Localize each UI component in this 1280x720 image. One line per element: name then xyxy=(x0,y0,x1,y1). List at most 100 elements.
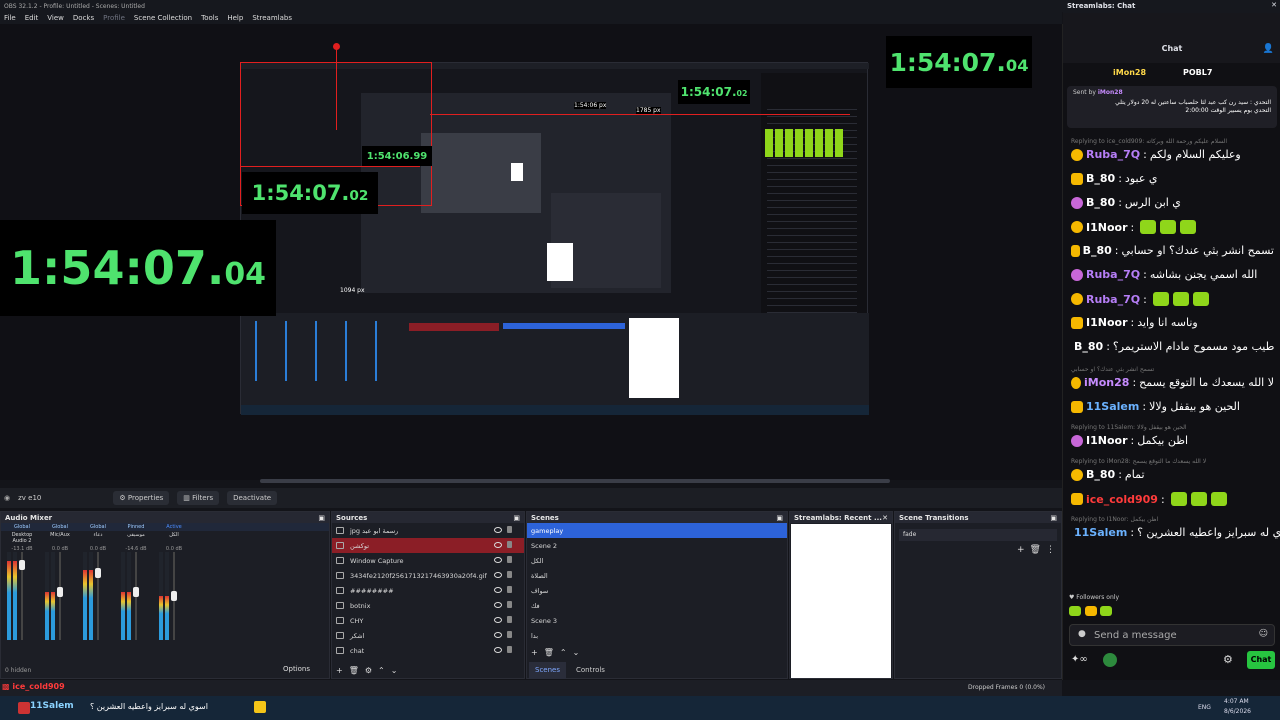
down-icon[interactable]: ⌄ xyxy=(391,666,404,675)
fader-knob[interactable] xyxy=(19,560,25,570)
lock-icon[interactable] xyxy=(507,646,512,653)
scene-item[interactable]: Scene 3 xyxy=(527,613,787,628)
lock-icon[interactable] xyxy=(507,601,512,608)
undock-icon[interactable]: ▣ xyxy=(513,514,520,522)
menu-scene-collection[interactable]: Scene Collection xyxy=(134,14,192,22)
chat-message[interactable]: B_80: تمام xyxy=(1071,468,1274,481)
close-icon[interactable]: ✕ xyxy=(1271,1,1277,9)
chat-username[interactable]: I1Noor xyxy=(1086,434,1128,447)
add-icon[interactable]: + xyxy=(531,648,544,657)
add-icon[interactable]: + xyxy=(1017,545,1030,555)
chat-username[interactable]: 11Salem xyxy=(1086,400,1139,413)
up-icon[interactable]: ⌃ xyxy=(378,666,391,675)
source-item[interactable]: chat xyxy=(332,643,524,658)
volume-fader[interactable] xyxy=(171,552,177,640)
scene-item[interactable]: Scene 2 xyxy=(527,538,787,553)
eye-icon[interactable] xyxy=(494,617,502,623)
scene-item[interactable]: gameplay xyxy=(527,523,787,538)
down-icon[interactable]: ⌄ xyxy=(573,648,586,657)
chat-message[interactable]: B_80: ي ابن الرس xyxy=(1071,196,1274,209)
eye-icon[interactable] xyxy=(494,542,502,548)
lock-icon[interactable] xyxy=(507,571,512,578)
filters-button[interactable]: ▥ Filters xyxy=(177,491,220,505)
chat-username[interactable]: I1Noor xyxy=(1086,316,1128,329)
chat-message[interactable]: Ruba_7Q: xyxy=(1071,292,1274,306)
scene-item[interactable]: فك xyxy=(527,598,787,613)
source-item[interactable]: توكشن xyxy=(332,538,524,553)
settings-icon[interactable]: ⚙ xyxy=(1223,653,1233,666)
tab-scenes[interactable]: Scenes xyxy=(529,662,566,679)
menu-tools[interactable]: Tools xyxy=(201,14,218,22)
emote-icon[interactable] xyxy=(1100,606,1113,616)
eye-icon[interactable] xyxy=(494,572,502,578)
lock-icon[interactable] xyxy=(507,526,512,533)
chat-message[interactable]: B_80: ي عبود xyxy=(1071,172,1274,185)
deactivate-button[interactable]: Deactivate xyxy=(227,491,278,505)
chat-message[interactable]: B_80: طيب مود مسموح مادام الاستريمر؟ xyxy=(1071,340,1274,353)
menu-dots-icon[interactable]: ⋮ xyxy=(1046,545,1060,555)
chat-username[interactable]: 11Salem xyxy=(1074,526,1127,539)
eye-icon[interactable] xyxy=(494,632,502,638)
lock-icon[interactable] xyxy=(507,616,512,623)
selection-handle-top[interactable] xyxy=(333,43,340,50)
source-item[interactable]: Window Capture xyxy=(332,553,524,568)
chat-username[interactable]: B_80 xyxy=(1074,340,1103,353)
scene-item[interactable]: الكل xyxy=(527,553,787,568)
preview-scrollbar[interactable] xyxy=(260,479,890,483)
chat-input[interactable]: ● Send a message ☺ xyxy=(1069,624,1275,646)
chat-username[interactable]: ice_cold909 xyxy=(1086,493,1158,506)
source-item[interactable]: 3434fe2120f2561713217463930a20f4.gif xyxy=(332,568,524,583)
chat-username[interactable]: iMon28 xyxy=(1084,376,1129,389)
eye-icon[interactable] xyxy=(494,527,502,533)
eye-icon[interactable] xyxy=(494,647,502,653)
eye-icon[interactable] xyxy=(494,587,502,593)
close-icon[interactable]: ✕ xyxy=(882,514,888,522)
eye-icon[interactable] xyxy=(494,557,502,563)
chat-message[interactable]: ice_cold909: xyxy=(1071,492,1274,506)
properties-button[interactable]: ⚙ Properties xyxy=(113,491,170,505)
menu-edit[interactable]: Edit xyxy=(25,14,39,22)
scene-item[interactable]: الصلاة xyxy=(527,568,787,583)
fader-knob[interactable] xyxy=(57,587,63,597)
menu-file[interactable]: File xyxy=(4,14,16,22)
undock-icon[interactable]: ▣ xyxy=(776,514,783,522)
fader-knob[interactable] xyxy=(171,591,177,601)
menu-view[interactable]: View xyxy=(47,14,64,22)
chat-username[interactable]: B_80 xyxy=(1083,244,1112,257)
chat-message[interactable]: B_80: تسمح انشر بثي عندك؟ او حسابي xyxy=(1071,244,1274,257)
chat-message[interactable]: iMon28: لا الله يسعدك ما التوقع يسمح xyxy=(1071,376,1274,389)
chat-username[interactable]: Ruba_7Q xyxy=(1086,268,1140,281)
undock-icon[interactable]: ▣ xyxy=(318,514,325,522)
scene-item[interactable]: بدا xyxy=(527,628,787,643)
trash-icon[interactable]: 🗑 xyxy=(544,648,560,657)
menu-docks[interactable]: Docks xyxy=(73,14,94,22)
menu-help[interactable]: Help xyxy=(227,14,243,22)
chat-username[interactable]: Ruba_7Q xyxy=(1086,293,1140,306)
preview-canvas[interactable]: 1:54:07.04 1:54:07.04 1:54:07.02 1:54:06… xyxy=(0,24,1062,480)
chat-username[interactable]: I1Noor xyxy=(1086,221,1128,234)
chat-message[interactable]: Ruba_7Q: الله اسمي يجنن بشاشه xyxy=(1071,268,1274,281)
volume-fader[interactable] xyxy=(57,552,63,640)
recent-events-browser[interactable] xyxy=(791,524,891,678)
users-icon[interactable]: 👤 xyxy=(1263,44,1274,54)
points-icon[interactable]: ✦∞ xyxy=(1071,654,1088,665)
scene-item[interactable]: سواف xyxy=(527,583,787,598)
transition-select[interactable]: fade xyxy=(899,529,1057,541)
source-item[interactable]: CHY xyxy=(332,613,524,628)
kick-icon[interactable] xyxy=(1103,653,1117,667)
chat-username[interactable]: B_80 xyxy=(1086,172,1115,185)
mixer-options-button[interactable]: Options xyxy=(283,665,310,673)
fader-knob[interactable] xyxy=(95,568,101,578)
chat-username[interactable]: B_80 xyxy=(1086,468,1115,481)
tab-controls[interactable]: Controls xyxy=(570,662,611,679)
source-item[interactable]: اشكر xyxy=(332,628,524,643)
trash-icon[interactable]: 🗑 xyxy=(349,666,365,675)
undock-icon[interactable]: ▣ xyxy=(1050,514,1057,522)
add-icon[interactable]: + xyxy=(336,666,349,675)
folder-icon[interactable] xyxy=(254,701,266,713)
emoji-icon[interactable]: ☺ xyxy=(1259,629,1268,639)
menu-streamlabs[interactable]: Streamlabs xyxy=(252,14,292,22)
fader-knob[interactable] xyxy=(133,587,139,597)
chat-send-button[interactable]: Chat xyxy=(1247,651,1275,669)
pinned-message[interactable]: Sent by iMon28 التحدي : سيد رن كب عبد لث… xyxy=(1067,86,1277,128)
